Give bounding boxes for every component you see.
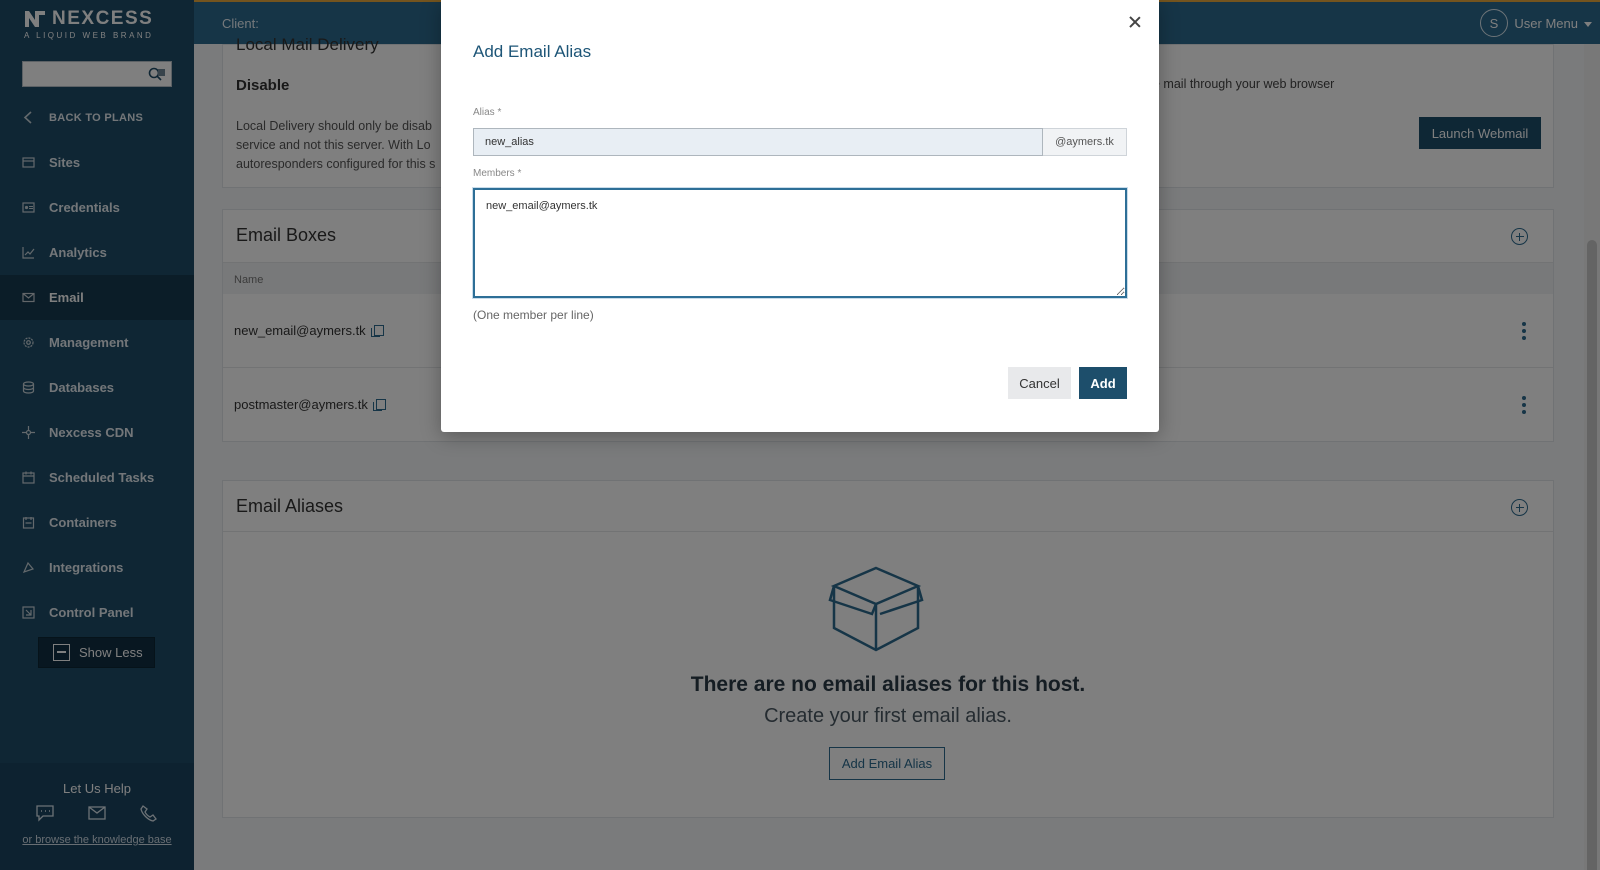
alias-input[interactable] (473, 128, 1043, 156)
members-hint: (One member per line) (473, 308, 594, 322)
alias-label: Alias * (473, 107, 502, 118)
add-email-alias-dialog: Add Email Alias Alias * @aymers.tk Membe… (441, 0, 1159, 432)
alias-input-group: @aymers.tk (473, 128, 1127, 156)
alias-domain-suffix: @aymers.tk (1043, 128, 1127, 156)
add-button[interactable]: Add (1079, 367, 1127, 399)
close-icon[interactable] (1128, 15, 1142, 29)
cancel-button[interactable]: Cancel (1008, 367, 1071, 399)
members-label: Members * (473, 168, 522, 179)
members-textarea[interactable]: new_email@aymers.tk (473, 188, 1127, 298)
dialog-title: Add Email Alias (473, 42, 592, 61)
